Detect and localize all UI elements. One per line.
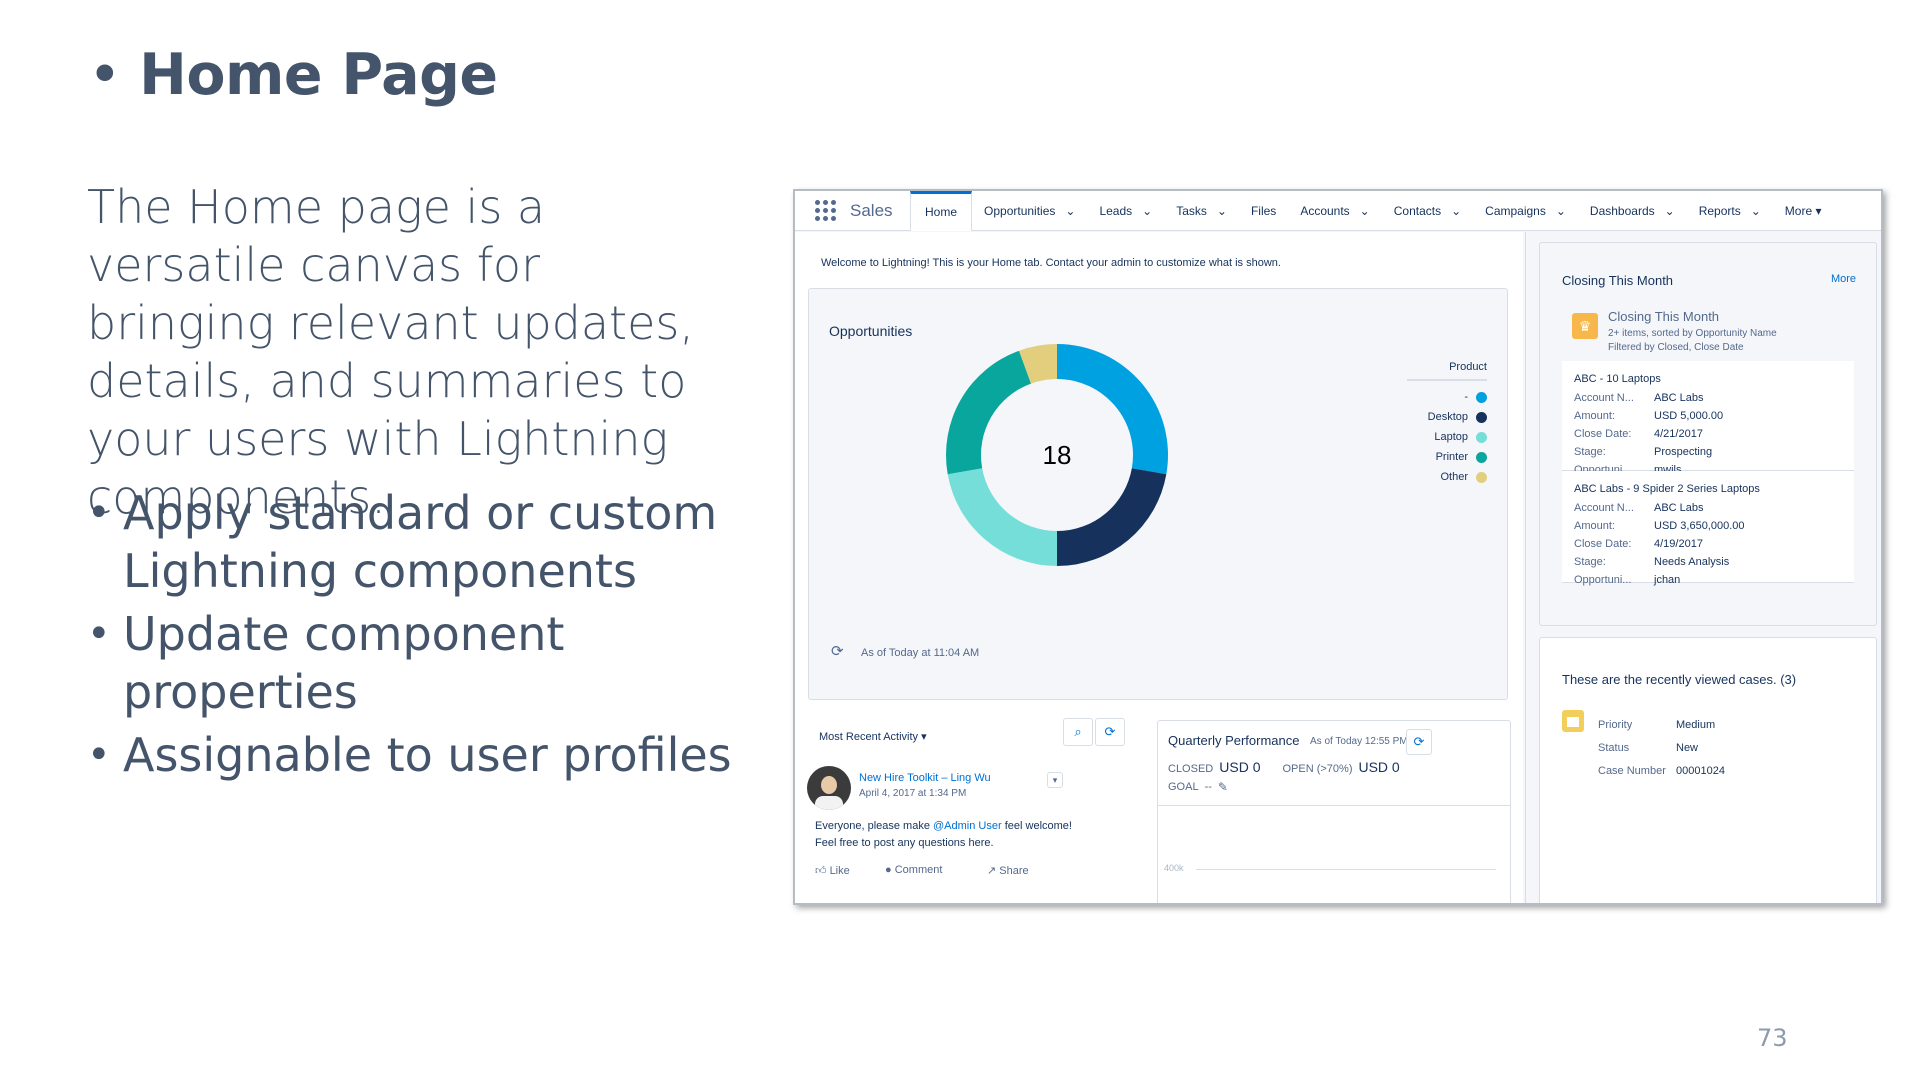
slide-bullets: Apply standard or custom Lightning compo… <box>87 484 737 789</box>
closing-more-link[interactable]: More <box>1831 273 1856 285</box>
donut-slice[interactable] <box>1057 344 1168 475</box>
as-of-text: As of Today at 11:04 AM <box>861 647 980 659</box>
opportunities-card: Opportunities 18 Product - Desktop Laptop P… <box>808 288 1508 700</box>
closing-subtitle: Closing This Month <box>1608 309 1720 324</box>
share-button[interactable]: ↗ Share <box>987 864 1029 877</box>
post-date: April 4, 2017 at 1:34 PM <box>859 788 967 799</box>
donut-slice[interactable] <box>1057 468 1167 566</box>
refresh-icon: ⟳ <box>1413 734 1425 749</box>
legend-swatch <box>1476 391 1487 403</box>
tab-reports[interactable]: Reports ⌄ <box>1687 191 1773 231</box>
closing-title: Closing This Month <box>1562 273 1674 288</box>
tab-campaigns[interactable]: Campaigns ⌄ <box>1473 191 1578 231</box>
post-actions: 👍︎ Like ● Comment ↗ Share <box>815 864 1029 877</box>
record-name[interactable]: ABC Labs - 9 Spider 2 Series Laptops <box>1574 483 1842 495</box>
salesforce-screenshot: Sales Home Opportunities ⌄ Leads ⌄ Tasks ⌄ File… <box>793 189 1883 905</box>
tab-contacts[interactable]: Contacts ⌄ <box>1382 191 1473 231</box>
search-icon: ⌕ <box>1074 724 1082 739</box>
legend-title: Product <box>1407 361 1487 381</box>
comment-icon: ● <box>885 864 892 876</box>
welcome-text: Welcome to Lightning! This is your Home … <box>821 257 1281 269</box>
chevron-down-icon[interactable]: ⌄ <box>1065 204 1075 218</box>
quarterly-stats: CLOSED USD 0 OPEN (>70%) USD 0 <box>1168 759 1400 775</box>
legend-swatch <box>1476 431 1487 443</box>
case-icon <box>1562 710 1584 732</box>
donut-chart: 18 <box>946 344 1168 566</box>
goal-row: GOAL -- ✎ <box>1168 780 1228 794</box>
chevron-down-icon[interactable]: ⌄ <box>1217 204 1227 218</box>
tab-files[interactable]: Files <box>1239 191 1288 231</box>
tab-leads[interactable]: Leads ⌄ <box>1087 191 1164 231</box>
activity-title[interactable]: Most Recent Activity ▾ <box>819 730 927 743</box>
legend-item[interactable]: Desktop <box>1407 407 1487 427</box>
like-icon: 👍︎ <box>815 865 827 877</box>
refresh-icon: ⟳ <box>1104 724 1116 739</box>
legend-item[interactable]: Printer <box>1407 447 1487 467</box>
record-card[interactable]: ABC Labs - 9 Spider 2 Series Laptops Acc… <box>1562 471 1854 586</box>
tab-accounts[interactable]: Accounts ⌄ <box>1288 191 1381 231</box>
donut-center-value: 18 <box>1043 440 1072 470</box>
right-region: Closing This Month More ♛ Closing This M… <box>1525 232 1881 903</box>
main-region: Welcome to Lightning! This is your Home … <box>795 232 1523 903</box>
chevron-down-icon[interactable]: ⌄ <box>1665 204 1675 218</box>
legend-item[interactable]: Laptop <box>1407 427 1487 447</box>
top-nav: Sales Home Opportunities ⌄ Leads ⌄ Tasks ⌄ File… <box>795 191 1881 231</box>
page-number: 73 <box>1757 1024 1788 1052</box>
quarterly-refresh-button[interactable]: ⟳ <box>1406 729 1432 755</box>
bullet-item: Apply standard or custom Lightning compo… <box>87 484 737 600</box>
record-name[interactable]: ABC - 10 Laptops <box>1574 373 1842 385</box>
like-button[interactable]: 👍︎ Like <box>815 864 885 877</box>
slide-title: • Home Page <box>88 42 498 108</box>
search-button[interactable]: ⌕ <box>1063 718 1093 746</box>
chevron-down-icon[interactable]: ⌄ <box>1142 204 1152 218</box>
case-fields: Priority Medium Status New Case Number 0000… <box>1598 719 1725 777</box>
donut-slice[interactable] <box>946 350 1032 475</box>
edit-pencil-icon[interactable]: ✎ <box>1218 780 1228 794</box>
chevron-down-icon[interactable]: ⌄ <box>1451 204 1461 218</box>
avatar <box>807 766 851 810</box>
app-launcher-icon[interactable] <box>815 200 836 221</box>
comment-button[interactable]: ● Comment <box>885 864 987 877</box>
refresh-button[interactable]: ⟳ <box>1095 718 1125 746</box>
legend-item[interactable]: - <box>1407 387 1487 407</box>
chevron-down-icon[interactable]: ⌄ <box>1360 204 1370 218</box>
tab-more[interactable]: More ▾ <box>1773 191 1834 231</box>
app-name: Sales <box>850 200 893 220</box>
tab-dashboards[interactable]: Dashboards ⌄ <box>1578 191 1687 231</box>
closing-card: Closing This Month More ♛ Closing This M… <box>1539 242 1877 626</box>
legend-swatch <box>1476 471 1487 483</box>
record-card[interactable]: ABC - 10 Laptops Account N... ABC Labs Am… <box>1562 361 1854 476</box>
cases-card: These are the recently viewed cases. (3)… <box>1539 637 1877 903</box>
legend-swatch <box>1476 411 1487 423</box>
post-message: Everyone, please make @Admin User feel w… <box>815 820 1072 849</box>
legend-item[interactable]: Other <box>1407 467 1487 487</box>
nav-tabs: Home Opportunities ⌄ Leads ⌄ Tasks ⌄ Files Accou… <box>910 191 1834 231</box>
closing-filter: 2+ items, sorted by Opportunity Name Filt… <box>1608 328 1777 353</box>
post-menu-button[interactable]: ▾ <box>1047 772 1063 788</box>
tab-home[interactable]: Home <box>910 191 973 231</box>
mention-link[interactable]: @Admin User <box>933 820 1002 832</box>
chart-legend: Product - Desktop Laptop Printer Other <box>1407 361 1487 487</box>
crown-icon: ♛ <box>1572 313 1598 339</box>
tab-opportunities[interactable]: Opportunities ⌄ <box>972 191 1087 231</box>
chevron-down-icon[interactable]: ⌄ <box>1751 204 1761 218</box>
chevron-down-icon[interactable]: ⌄ <box>1556 204 1566 218</box>
share-icon: ↗ <box>987 865 997 877</box>
slide-title-text: Home Page <box>139 42 498 108</box>
post-link[interactable]: New Hire Toolkit – Ling Wu <box>859 772 991 784</box>
cases-title: These are the recently viewed cases. (3) <box>1562 672 1797 687</box>
tab-tasks[interactable]: Tasks ⌄ <box>1164 191 1239 231</box>
chevron-down-icon[interactable]: ▾ <box>921 731 927 743</box>
refresh-icon[interactable]: ⟳ <box>831 642 844 660</box>
axis-label: 400k <box>1164 863 1184 873</box>
quarterly-title: Quarterly Performance <box>1168 733 1300 748</box>
slide-body: The Home page is a versatile canvas for … <box>87 180 694 524</box>
quarterly-asof: As of Today 12:55 PM <box>1310 736 1408 747</box>
donut-slice[interactable] <box>947 468 1057 566</box>
bullet-item: Assignable to user profiles <box>87 726 737 784</box>
quarterly-card: Quarterly Performance As of Today 12:55 … <box>1157 720 1511 903</box>
app-launcher[interactable]: Sales <box>795 200 910 221</box>
legend-swatch <box>1476 451 1487 463</box>
bullet-item: Update component properties <box>87 605 737 721</box>
